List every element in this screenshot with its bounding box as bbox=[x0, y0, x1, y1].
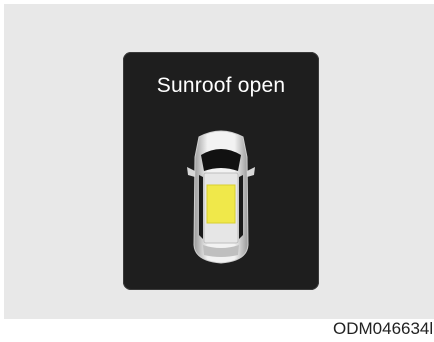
sunroof-open-indicator bbox=[206, 184, 236, 224]
sunroof-open-message: Sunroof open bbox=[156, 74, 286, 97]
figure-code: ODM046634l bbox=[333, 319, 434, 338]
cluster-display: Sunroof open bbox=[123, 52, 319, 290]
